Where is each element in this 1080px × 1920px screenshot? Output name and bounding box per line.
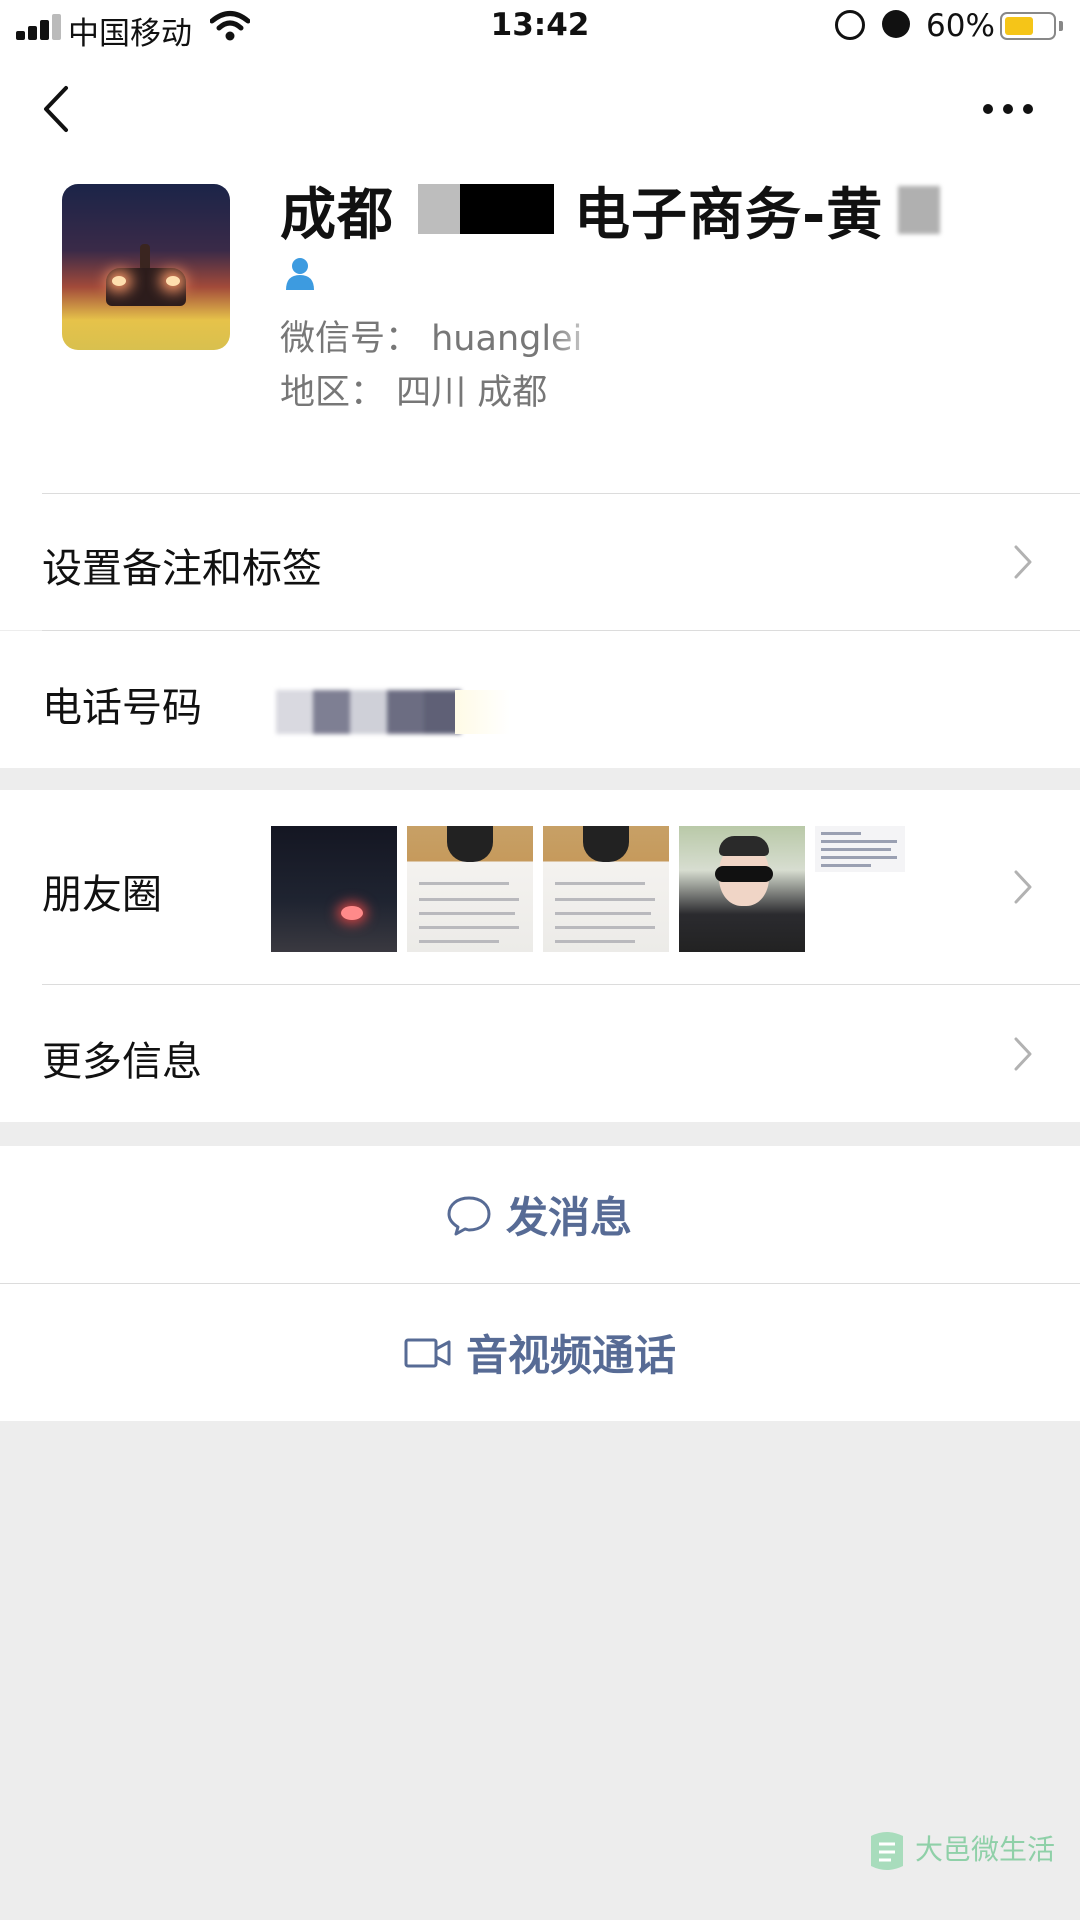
video-call-label: 音视频通话 (466, 1331, 677, 1380)
video-call-content: 音视频通话 (404, 1284, 676, 1421)
battery-icon (1000, 12, 1056, 40)
moments-row[interactable]: 朋友圈 (0, 790, 1080, 985)
profile-header: 成都 电子商务-黄 微信号： huanglei 地区： 四川 成都 (0, 164, 1080, 494)
chevron-right-icon (1014, 870, 1032, 904)
watermark-logo-icon (871, 1832, 903, 1870)
moments-thumbnail[interactable] (407, 826, 533, 952)
chat-bubble-icon (447, 1196, 491, 1235)
chevron-right-icon (1014, 1037, 1032, 1071)
moments-thumbnail[interactable] (679, 826, 805, 952)
chevron-left-icon[interactable] (38, 84, 78, 134)
chevron-right-icon (1014, 545, 1032, 579)
remark-tags-row[interactable]: 设置备注和标签 (0, 494, 1080, 630)
phone-number-redacted (276, 690, 461, 734)
redaction-block (898, 186, 940, 234)
region: 地区： 四川 成都 (280, 373, 548, 413)
more-dots-icon[interactable] (980, 99, 1036, 119)
moments-thumbnail[interactable] (543, 826, 669, 952)
redaction-block (460, 184, 554, 234)
watermark-text: 大邑微生活 (915, 1833, 1056, 1866)
redaction-block (418, 184, 460, 234)
clock: 13:42 (490, 7, 590, 43)
phone-row[interactable]: 电话号码 (0, 631, 1080, 768)
send-message-button[interactable]: 发消息 (0, 1146, 1080, 1283)
profile-name: 成都 电子商务-黄 (280, 170, 883, 251)
battery-percentage: 60% (926, 8, 995, 44)
status-bar: 中国移动 13:42 60% (0, 0, 1080, 54)
send-message-label: 发消息 (506, 1193, 633, 1242)
remark-tags-label: 设置备注和标签 (42, 546, 322, 592)
more-info-row[interactable]: 更多信息 (0, 985, 1080, 1122)
watermark: 大邑微生活 (865, 1820, 1065, 1880)
person-icon (286, 258, 314, 290)
battery-level-fill (1005, 17, 1033, 35)
profile-name-prefix: 成都 (280, 183, 394, 248)
phone-label: 电话号码 (42, 685, 202, 731)
nav-bar (0, 54, 1080, 164)
send-message-content: 发消息 (446, 1146, 632, 1283)
avatar[interactable] (62, 184, 230, 350)
wechat-id: 微信号： huanglei (280, 319, 583, 359)
moments-thumbnail[interactable] (271, 826, 397, 952)
video-camera-icon (404, 1338, 451, 1367)
redaction-fade (455, 690, 510, 734)
profile-name-suffix: 电子商务-黄 (574, 183, 884, 248)
alarm-icon (882, 10, 910, 38)
more-info-label: 更多信息 (42, 1039, 202, 1085)
video-call-button[interactable]: 音视频通话 (0, 1284, 1080, 1421)
moments-thumbnail[interactable] (815, 826, 905, 872)
redaction-fade (548, 310, 608, 358)
rotation-lock-icon (835, 10, 865, 40)
battery-tip (1059, 21, 1063, 31)
moments-label: 朋友圈 (42, 872, 162, 918)
